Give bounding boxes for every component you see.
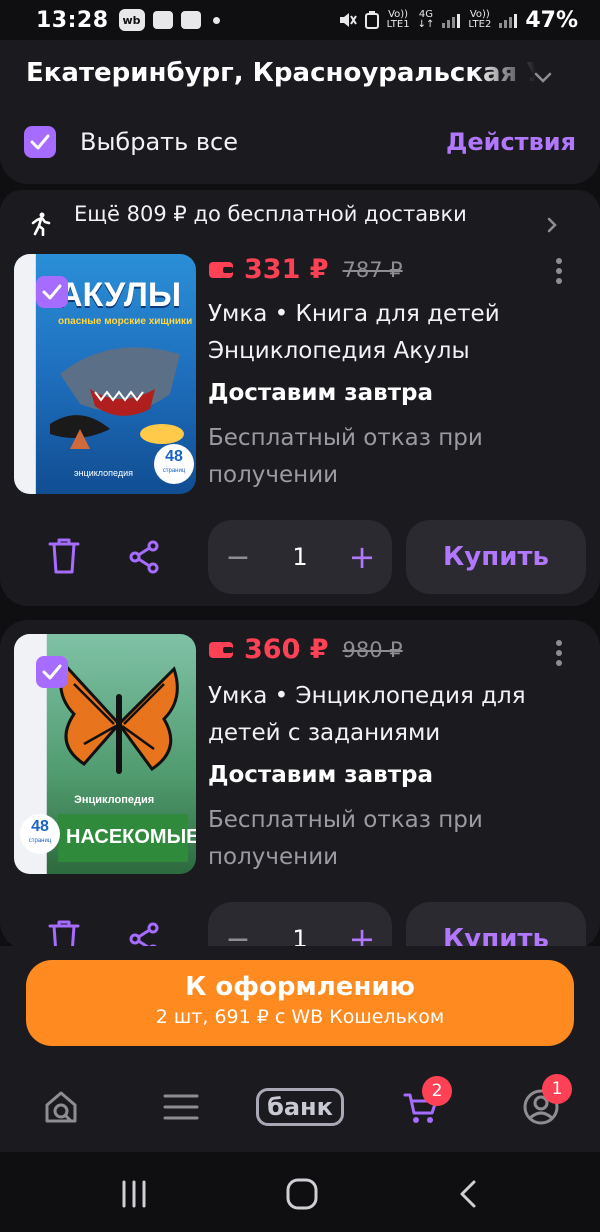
price-row: 331 ₽ 787 ₽ <box>208 254 403 285</box>
check-icon <box>30 134 50 150</box>
item-actions: − 1 + Купить <box>0 520 600 594</box>
nav-home[interactable] <box>38 1084 84 1130</box>
pages-badge: 48 страниц <box>20 814 60 854</box>
home-button-icon[interactable] <box>284 1176 320 1212</box>
current-price: 360 ₽ <box>244 634 329 665</box>
trash-icon[interactable] <box>46 536 82 576</box>
buy-button[interactable]: Купить <box>406 520 586 594</box>
system-indicators: Vo)) LTE1 4G ↓↑ Vo)) LTE2 47% <box>337 8 578 33</box>
signal-1-icon <box>442 12 461 28</box>
delivery-date: Доставим завтра <box>208 380 434 406</box>
cover-title: НАСЕКОМЫЕ <box>66 826 196 848</box>
system-navigation <box>0 1152 600 1232</box>
bank-label: банк <box>256 1088 344 1126</box>
message-icon <box>152 11 173 29</box>
cart-item-insects: Энциклопедия НАСЕКОМЫЕ 48 страниц 360 ₽ 9… <box>0 620 600 950</box>
current-price: 331 ₽ <box>244 254 329 285</box>
cover-subtitle: опасные морские хищники <box>58 316 193 327</box>
more-options-icon[interactable] <box>552 638 566 668</box>
nav-catalog[interactable] <box>158 1084 204 1130</box>
actions-button[interactable]: Действия <box>446 128 576 156</box>
battery-level: 47% <box>525 7 578 33</box>
notification-icons: wb <box>118 9 220 31</box>
checkout-title: К оформлению <box>185 972 415 1002</box>
checkout-bar: К оформлению 2 шт, 691 ₽ с WB Кошельком <box>0 946 600 1066</box>
profile-notification-badge: 1 <box>542 1074 572 1104</box>
chevron-down-icon[interactable] <box>530 64 556 90</box>
item-checkbox[interactable] <box>36 276 68 308</box>
t-app-icon <box>180 11 201 29</box>
cover-title: АКУЛЫ <box>58 276 182 314</box>
quantity-stepper: − 1 + <box>208 902 392 950</box>
butterfly-illustration <box>59 661 179 774</box>
signal-2-icon <box>499 12 518 28</box>
buy-button[interactable]: Купить <box>406 902 586 950</box>
chevron-right-icon <box>547 217 557 233</box>
price-row: 360 ₽ 980 ₽ <box>208 634 403 665</box>
refund-policy: Бесплатный отказ при получении <box>208 807 483 870</box>
delivery-date: Доставим завтра <box>208 762 434 788</box>
share-icon[interactable] <box>128 540 160 574</box>
cart-header: Екатеринбург, Красноуральская Ул Выбрать… <box>0 40 600 184</box>
menu-icon <box>163 1094 199 1120</box>
refund-policy: Бесплатный отказ при получении <box>208 425 483 488</box>
cover-series: Энциклопедия <box>74 794 155 806</box>
wallet-icon <box>209 641 233 658</box>
more-options-icon[interactable] <box>552 256 566 286</box>
item-actions: − 1 + Купить <box>0 902 600 950</box>
nav-bank[interactable]: банк <box>256 1084 344 1130</box>
status-bar: 13:28 wb Vo)) LTE1 4G ↓↑ Vo)) LTE2 47% <box>0 0 600 40</box>
mute-icon <box>339 13 357 27</box>
sim1-indicator: Vo)) LTE1 <box>386 9 410 30</box>
courier-icon <box>31 212 51 236</box>
product-title[interactable]: Умка • Книга для детей Энциклопедия Акул… <box>208 296 588 370</box>
home-search-icon <box>45 1091 77 1123</box>
sim2-indicator: Vo)) LTE2 <box>468 9 492 30</box>
check-icon <box>42 284 62 300</box>
lte-indicator: 4G ↓↑ <box>417 9 435 30</box>
select-all-checkbox[interactable] <box>24 126 56 158</box>
quantity-stepper: − 1 + <box>208 520 392 594</box>
product-image[interactable]: Энциклопедия НАСЕКОМЫЕ 48 страниц <box>14 634 196 874</box>
checkout-summary: 2 шт, 691 ₽ с WB Кошельком <box>155 1006 445 1028</box>
quantity-value: 1 <box>292 543 308 571</box>
delivery-address[interactable]: Екатеринбург, Красноуральская Ул <box>26 58 536 88</box>
old-price: 787 ₽ <box>342 257 403 282</box>
cart-item-sharks: АКУЛЫ опасные морские хищники энциклопед… <box>0 240 600 606</box>
old-price: 980 ₽ <box>342 637 403 662</box>
bottom-navigation: банк 2 1 <box>0 1066 600 1152</box>
check-icon <box>42 664 62 680</box>
decrease-button[interactable]: − <box>208 540 268 575</box>
product-image[interactable]: АКУЛЫ опасные морские хищники энциклопед… <box>14 254 196 494</box>
status-time: 13:28 <box>36 7 109 33</box>
item-checkbox[interactable] <box>36 656 68 688</box>
wallet-icon <box>209 261 233 278</box>
wb-app-icon: wb <box>118 9 145 31</box>
back-icon[interactable] <box>452 1176 488 1212</box>
recent-apps-icon[interactable] <box>116 1176 152 1212</box>
cart-count-badge: 2 <box>422 1076 452 1106</box>
product-title[interactable]: Умка • Энциклопедия для детей с заданиям… <box>208 678 588 752</box>
pages-badge: 48 страниц <box>154 444 194 484</box>
battery-saver-icon <box>364 11 379 29</box>
shark-illustration <box>50 347 184 449</box>
increase-button[interactable]: + <box>332 538 392 576</box>
cover-series: энциклопедия <box>74 468 133 478</box>
select-all-label[interactable]: Выбрать все <box>80 128 238 156</box>
select-all-row: Выбрать все Действия <box>24 124 576 160</box>
more-notifications-icon <box>212 16 220 24</box>
checkout-button[interactable]: К оформлению 2 шт, 691 ₽ с WB Кошельком <box>26 960 574 1046</box>
